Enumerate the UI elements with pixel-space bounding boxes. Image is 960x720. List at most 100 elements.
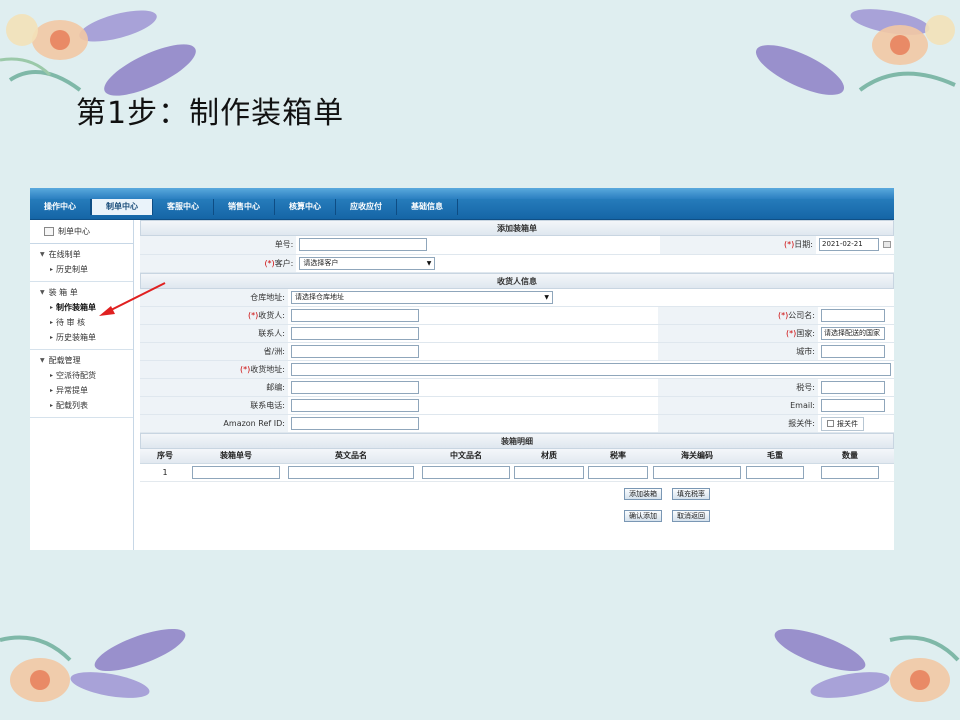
col-cn-name: 中文品名 — [420, 449, 512, 464]
customer-select[interactable]: 请选择客户 ▼ — [299, 256, 436, 270]
consignee-form: 仓库地址: 请选择仓库地址 ▼ (*)收货人: (*)公司名: 联系人: (*)国… — [140, 288, 894, 433]
customs-label: 报关件: — [658, 414, 818, 433]
receiver-input[interactable] — [291, 309, 419, 322]
tab-order-center[interactable]: 制单中心 — [91, 199, 153, 215]
tab-customer-service[interactable]: 客服中心 — [153, 199, 214, 215]
receiver-label: 收货人: — [258, 311, 285, 320]
fill-tax-button[interactable]: 填充税率 — [672, 488, 710, 500]
city-label: 城市: — [658, 342, 818, 361]
company-label: 公司名: — [788, 311, 815, 320]
customer-label: 客户: — [274, 258, 294, 268]
phone-label: 联系电话: — [140, 396, 288, 415]
amazon-ref-label: Amazon Ref ID: — [140, 414, 288, 433]
checkbox-icon — [827, 420, 834, 427]
col-box-no: 装箱单号 — [190, 449, 282, 464]
sidebar: 制单中心 ▼ 在线制单 ▸ 历史制单 ▼ 装 箱 单 ▸ 制作装箱单 ▸ 待 审 核 ▸ 历… — [30, 220, 134, 550]
company-input[interactable] — [821, 309, 885, 322]
slide-title: 第1步：制作装箱单 — [76, 96, 345, 131]
province-input[interactable] — [291, 345, 419, 358]
chevron-down-icon: ▼ — [544, 293, 549, 301]
col-quantity: 数量 — [806, 449, 894, 464]
date-input[interactable]: 2021-02-21 — [819, 238, 879, 252]
chevron-down-icon: ▼ — [40, 357, 45, 364]
packing-detail-table: 序号 装箱单号 英文品名 中文品名 材质 税率 海关编码 毛重 数量 1 — [140, 449, 894, 482]
box-no-input[interactable] — [192, 465, 280, 479]
sidebar-group-load-management: ▼ 配载管理 ▸ 空派待配货 ▸ 异常提单 ▸ 配载列表 — [30, 350, 133, 418]
col-seq: 序号 — [140, 449, 190, 464]
bullet-icon: ▸ — [50, 402, 54, 409]
province-label: 省/洲: — [140, 342, 288, 361]
tab-accounting-center[interactable]: 核算中心 — [275, 199, 336, 215]
chevron-down-icon: ▼ — [40, 289, 45, 296]
col-hs-code: 海关编码 — [650, 449, 744, 464]
customs-checkbox[interactable]: 报关件 — [821, 416, 864, 431]
phone-input[interactable] — [291, 399, 419, 412]
material-input[interactable] — [514, 465, 584, 479]
tax-label: 税号: — [658, 378, 818, 397]
country-select[interactable]: 请选择配送的国家 — [821, 327, 885, 340]
hs-code-input[interactable] — [653, 465, 741, 479]
date-label: 日期: — [794, 240, 813, 250]
address-label: 收货地址: — [250, 365, 285, 374]
bullet-icon: ▸ — [50, 319, 54, 326]
email-label: Email: — [658, 396, 818, 415]
email-input[interactable] — [821, 399, 885, 412]
bullet-icon: ▸ — [50, 266, 54, 273]
address-input[interactable] — [291, 363, 891, 376]
order-no-input[interactable] — [299, 238, 428, 252]
col-material: 材质 — [512, 449, 586, 464]
calendar-icon[interactable] — [883, 241, 891, 249]
cn-name-input[interactable] — [422, 465, 510, 479]
quantity-input[interactable] — [821, 465, 879, 479]
zip-label: 邮编: — [140, 378, 288, 397]
en-name-input[interactable] — [288, 465, 414, 479]
sidebar-item-air-pending[interactable]: ▸ 空派待配货 — [30, 368, 133, 383]
confirm-add-button[interactable]: 确认添加 — [624, 510, 662, 522]
sidebar-group-online-order: ▼ 在线制单 ▸ 历史制单 — [30, 244, 133, 282]
app-window: 操作中心 制单中心 客服中心 销售中心 核算中心 应收应付 基础信息 制单中心 … — [30, 188, 894, 550]
order-no-label: 单号: — [140, 236, 297, 255]
section-packing-detail: 装箱明细 — [140, 433, 894, 449]
tab-basic-info[interactable]: 基础信息 — [397, 199, 458, 215]
cancel-back-button[interactable]: 取消返回 — [672, 510, 710, 522]
main-content: 添加装箱单 单号: (*)日期: 2021-02-21 (*)客户: 请选择客户… — [140, 220, 894, 550]
country-label: 国家: — [796, 329, 815, 338]
col-en-name: 英文品名 — [282, 449, 420, 464]
chevron-down-icon: ▼ — [426, 259, 432, 267]
table-row: 1 — [140, 463, 894, 482]
bullet-icon: ▸ — [50, 387, 54, 394]
main-nav: 操作中心 制单中心 客服中心 销售中心 核算中心 应收应付 基础信息 — [30, 199, 458, 215]
floral-decoration-bottom-right — [774, 628, 960, 702]
add-box-button[interactable]: 添加装箱 — [624, 488, 662, 500]
warehouse-select[interactable]: 请选择仓库地址 ▼ — [291, 290, 553, 304]
sidebar-header: 制单中心 — [30, 220, 133, 244]
tax-input[interactable] — [821, 381, 885, 394]
section-consignee-info: 收货人信息 — [140, 272, 894, 289]
tab-operation-center[interactable]: 操作中心 — [30, 199, 91, 215]
section-add-packing-list: 添加装箱单 — [140, 220, 894, 236]
bullet-icon: ▸ — [50, 304, 54, 311]
sidebar-item-load-list[interactable]: ▸ 配载列表 — [30, 398, 133, 413]
zip-input[interactable] — [291, 381, 419, 394]
amazon-ref-input[interactable] — [291, 417, 419, 430]
sidebar-item-order-history[interactable]: ▸ 历史制单 — [30, 262, 133, 277]
bullet-icon: ▸ — [50, 372, 54, 379]
floral-decoration-top-right — [755, 9, 956, 95]
col-gross-weight: 毛重 — [744, 449, 806, 464]
bullet-icon: ▸ — [50, 334, 54, 341]
gross-weight-input[interactable] — [746, 465, 804, 479]
sidebar-item-packing-history[interactable]: ▸ 历史装箱单 — [30, 330, 133, 345]
document-icon — [44, 227, 54, 236]
sidebar-item-exception-bill[interactable]: ▸ 异常提单 — [30, 383, 133, 398]
tab-receivables-payables[interactable]: 应收应付 — [336, 199, 397, 215]
contact-label: 联系人: — [140, 324, 288, 343]
floral-decoration-bottom-left — [0, 628, 186, 702]
tax-rate-input[interactable] — [588, 465, 648, 479]
col-tax-rate: 税率 — [586, 449, 650, 464]
contact-input[interactable] — [291, 327, 419, 340]
annotation-arrow-icon — [99, 282, 166, 316]
city-input[interactable] — [821, 345, 885, 358]
packing-form: 单号: (*)日期: 2021-02-21 (*)客户: 请选择客户 ▼ — [140, 236, 894, 273]
tab-sales-center[interactable]: 销售中心 — [214, 199, 275, 215]
chevron-down-icon: ▼ — [40, 251, 45, 258]
